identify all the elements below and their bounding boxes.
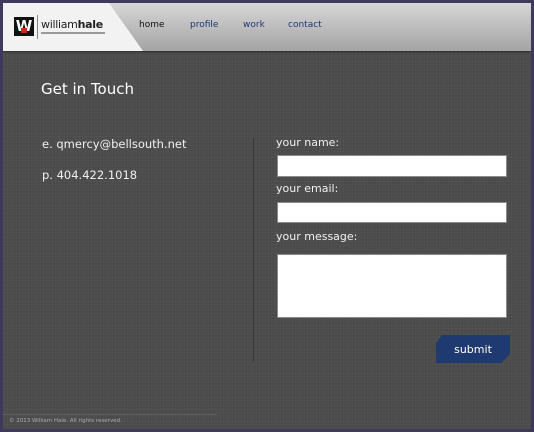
logo-name-bold: hale <box>77 18 104 31</box>
message-field[interactable] <box>277 254 507 318</box>
name-label: your name: <box>276 136 340 149</box>
logo-name-light: william <box>41 18 78 31</box>
name-field[interactable] <box>277 155 507 177</box>
column-divider <box>253 138 254 362</box>
footer-divider <box>3 414 217 415</box>
header-bar: W williamhale home profile work contact <box>3 3 531 51</box>
nav-contact[interactable]: contact <box>288 20 322 30</box>
page-title: Get in Touch <box>41 80 134 98</box>
nav-home[interactable]: home <box>139 20 165 30</box>
logo-wordmark: williamhale <box>41 18 103 31</box>
message-label: your message: <box>276 230 358 243</box>
logo[interactable]: W williamhale <box>3 3 143 51</box>
nav-profile[interactable]: profile <box>190 20 218 30</box>
email-label: your email: <box>276 182 339 195</box>
logo-letter: W <box>15 17 33 35</box>
page: W williamhale home profile work contact … <box>3 3 531 429</box>
logo-mark-icon: W <box>14 17 34 36</box>
logo-dot <box>21 28 27 33</box>
logo-separator <box>37 15 38 39</box>
submit-button[interactable]: submit <box>436 335 510 363</box>
logo-tagline <box>41 32 105 34</box>
contact-email[interactable]: e. qmercy@bellsouth.net <box>42 137 186 151</box>
copyright-text: © 2013 William Hale. All rights reserved… <box>9 418 122 424</box>
email-field[interactable] <box>277 202 507 223</box>
nav-work[interactable]: work <box>243 20 265 30</box>
contact-phone: p. 404.422.1018 <box>42 168 138 182</box>
